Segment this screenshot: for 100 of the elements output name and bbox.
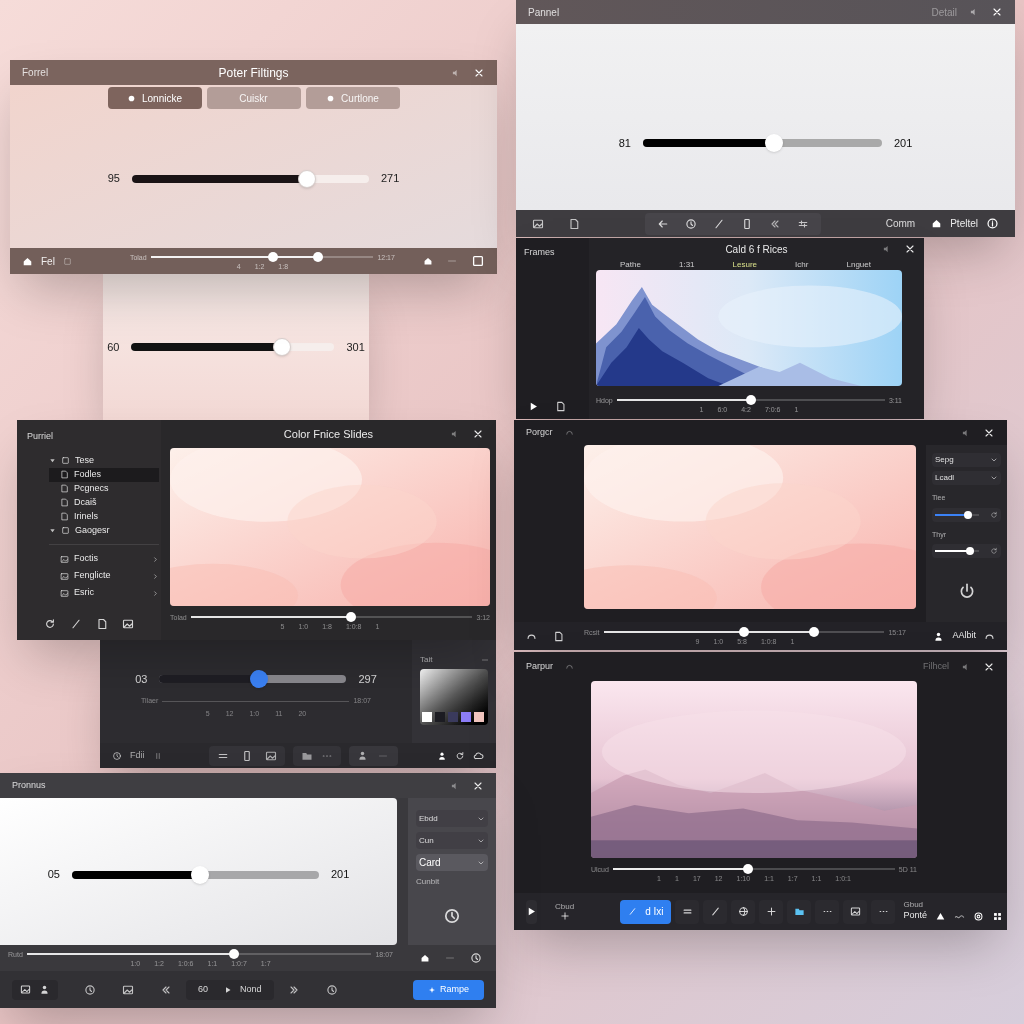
document-icon[interactable] — [568, 217, 580, 230]
timer-icon[interactable] — [443, 907, 461, 925]
clock-icon[interactable] — [470, 952, 482, 964]
slider[interactable] — [642, 134, 882, 152]
image-icon[interactable] — [122, 983, 134, 996]
pencil-icon[interactable] — [70, 618, 82, 630]
color-picker[interactable] — [420, 669, 488, 725]
scrubber-handle[interactable] — [743, 864, 754, 874]
triangle-icon[interactable] — [935, 911, 946, 923]
slider-thumb[interactable] — [249, 670, 268, 688]
caret-down-icon[interactable] — [49, 527, 56, 534]
slider-thumb[interactable] — [966, 547, 975, 555]
timeline-scrubber[interactable] — [190, 612, 473, 622]
pencil-icon[interactable] — [712, 217, 725, 230]
tool-button[interactable] — [731, 899, 756, 924]
tool-button[interactable] — [787, 899, 812, 924]
home-icon[interactable] — [420, 953, 430, 963]
slider-thumb[interactable] — [272, 338, 291, 356]
scrubber-handle[interactable] — [312, 252, 323, 262]
tree-item[interactable]: Gaogesr — [49, 523, 159, 538]
tool-button[interactable] — [675, 899, 700, 924]
grid-icon[interactable] — [992, 911, 1003, 923]
tab[interactable]: Lesure — [732, 260, 758, 270]
user-icon[interactable] — [39, 984, 50, 995]
tab[interactable]: Lonnicke — [107, 87, 202, 109]
scrubber-handle[interactable] — [745, 395, 756, 405]
slider-thumb[interactable] — [964, 510, 972, 519]
document-icon[interactable] — [553, 630, 564, 642]
document-icon[interactable] — [555, 401, 566, 412]
menu-item[interactable]: Fenglicte — [49, 567, 159, 585]
color-swatch[interactable] — [474, 712, 484, 722]
scrubber-handle[interactable] — [268, 252, 279, 262]
action-button[interactable]: Rampe — [413, 979, 484, 1000]
home-icon[interactable] — [22, 255, 33, 267]
sliders-icon[interactable] — [796, 217, 809, 230]
refresh-icon[interactable] — [44, 618, 56, 630]
dropdown[interactable]: Ebdd — [416, 810, 488, 827]
dropdown[interactable]: Card — [416, 854, 488, 871]
slider[interactable] — [159, 670, 347, 688]
timeline-scrubber[interactable] — [616, 395, 885, 405]
tree-item[interactable]: Irinels — [49, 509, 159, 524]
clock-icon[interactable] — [325, 983, 338, 996]
slider-thumb[interactable] — [298, 169, 317, 188]
cloud-icon[interactable] — [473, 750, 484, 761]
arrow-left-icon[interactable] — [656, 217, 669, 230]
scrubber-handle[interactable] — [346, 612, 357, 622]
user-icon[interactable] — [933, 630, 945, 642]
plus-icon[interactable] — [559, 910, 570, 921]
clock-icon[interactable] — [684, 217, 697, 230]
dropdown[interactable]: Lcadl — [932, 471, 1001, 485]
play-icon[interactable] — [528, 401, 539, 412]
slider-thumb[interactable] — [191, 865, 210, 884]
tree-item[interactable]: Tese — [49, 453, 159, 468]
info-icon[interactable] — [986, 217, 999, 230]
menu-item[interactable]: Esric — [49, 584, 159, 602]
timeline-scrubber[interactable] — [612, 864, 895, 874]
scrubber-handle[interactable] — [739, 627, 749, 637]
tool-button[interactable] — [759, 899, 784, 924]
image-icon[interactable] — [122, 618, 134, 630]
timeline-scrubber[interactable] — [603, 627, 885, 637]
settings-icon[interactable] — [973, 911, 984, 923]
user-icon[interactable] — [437, 750, 447, 761]
scrubber-handle[interactable] — [809, 627, 820, 637]
clock-icon[interactable] — [84, 983, 96, 996]
slider[interactable] — [935, 510, 979, 519]
tree-item[interactable]: Pcgnecs — [49, 481, 159, 496]
dropdown[interactable]: Cun — [416, 832, 488, 849]
slider-thumb[interactable] — [765, 134, 784, 152]
slider[interactable] — [935, 547, 979, 555]
menu-item[interactable]: Foctis — [49, 550, 159, 568]
color-swatch[interactable] — [461, 712, 471, 722]
close-icon[interactable] — [472, 428, 484, 440]
slider[interactable] — [71, 865, 319, 884]
tab[interactable]: Lnguet — [846, 260, 871, 270]
image-icon[interactable] — [264, 749, 277, 762]
tree-item[interactable]: Dcaiš — [49, 495, 159, 510]
play-button[interactable] — [526, 899, 537, 924]
close-icon[interactable] — [904, 243, 916, 255]
slider[interactable] — [131, 169, 369, 188]
scrubber-handle[interactable] — [228, 949, 239, 959]
frame-icon[interactable] — [471, 254, 485, 268]
timeline-scrubber[interactable] — [26, 949, 372, 959]
image-icon[interactable] — [532, 217, 544, 230]
tab[interactable]: Ichr — [795, 260, 809, 270]
tab[interactable]: Pathe — [620, 260, 641, 270]
caret-down-icon[interactable] — [49, 457, 56, 464]
tool-button[interactable] — [843, 899, 868, 924]
home-icon[interactable] — [423, 256, 433, 266]
home-icon[interactable] — [931, 218, 943, 229]
clock-icon[interactable] — [112, 750, 122, 761]
image-icon[interactable] — [20, 984, 31, 995]
slider[interactable] — [131, 338, 335, 356]
color-swatch[interactable] — [435, 712, 445, 722]
document-icon[interactable] — [96, 618, 108, 630]
color-swatch[interactable] — [448, 712, 458, 722]
next-button[interactable]: Nond — [224, 982, 262, 997]
refresh-icon[interactable] — [455, 750, 465, 761]
tab[interactable]: 1:31 — [678, 260, 695, 270]
dropdown[interactable]: Sepg — [932, 453, 1001, 467]
tree-item[interactable]: Fodles — [49, 467, 159, 482]
